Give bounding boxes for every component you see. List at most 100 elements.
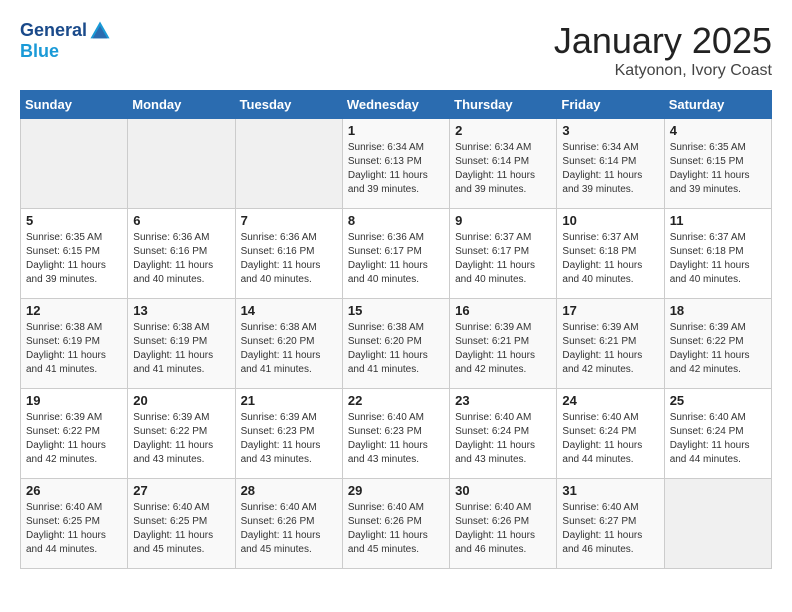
day-cell: 21 Sunrise: 6:39 AMSunset: 6:23 PMDayligh… [235,389,342,479]
day-cell: 31 Sunrise: 6:40 AMSunset: 6:27 PMDayligh… [557,479,664,569]
day-info: Sunrise: 6:36 AMSunset: 6:17 PMDaylight:… [348,231,444,287]
calendar-table: SundayMondayTuesdayWednesdayThursdayFrid… [20,90,772,569]
day-info: Sunrise: 6:40 AMSunset: 6:25 PMDaylight:… [133,501,229,557]
day-cell: 12 Sunrise: 6:38 AMSunset: 6:19 PMDayligh… [21,299,128,389]
day-cell: 13Sunrise: 6:38 AMSunset: 6:19 PMDayligh… [128,299,235,389]
day-cell: 3 Sunrise: 6:34 AMSunset: 6:14 PMDaylight… [557,119,664,209]
day-info: Sunrise: 6:37 AMSunset: 6:18 PMDaylight:… [670,231,766,287]
day-number: 21 [241,393,337,408]
location: Katyonon, Ivory Coast [554,62,772,80]
day-number: 25 [670,393,766,408]
day-number: 3 [562,123,658,138]
day-info: Sunrise: 6:40 AMSunset: 6:27 PMDaylight:… [562,501,658,557]
day-cell: 1Sunrise: 6:34 AMSunset: 6:13 PMDaylight… [342,119,449,209]
day-number: 10 [562,213,658,228]
day-number: 31 [562,483,658,498]
day-number: 6 [133,213,229,228]
week-row-2: 5 Sunrise: 6:35 AMSunset: 6:15 PMDaylight… [21,209,772,299]
day-cell: 16 Sunrise: 6:39 AMSunset: 6:21 PMDayligh… [450,299,557,389]
day-cell [128,119,235,209]
day-of-week-sunday: Sunday [21,91,128,119]
day-info: Sunrise: 6:38 AMSunset: 6:20 PMDaylight:… [348,321,444,377]
day-number: 14 [241,303,337,318]
week-row-4: 19 Sunrise: 6:39 AMSunset: 6:22 PMDayligh… [21,389,772,479]
days-of-week-row: SundayMondayTuesdayWednesdayThursdayFrid… [21,91,772,119]
title-block: January 2025 Katyonon, Ivory Coast [554,20,772,80]
day-info: Sunrise: 6:39 AMSunset: 6:22 PMDaylight:… [26,411,122,467]
day-cell: 6Sunrise: 6:36 AMSunset: 6:16 PMDaylight… [128,209,235,299]
day-cell: 24Sunrise: 6:40 AMSunset: 6:24 PMDayligh… [557,389,664,479]
day-info: Sunrise: 6:37 AMSunset: 6:17 PMDaylight:… [455,231,551,287]
day-cell: 25 Sunrise: 6:40 AMSunset: 6:24 PMDayligh… [664,389,771,479]
day-number: 7 [241,213,337,228]
day-cell: 14 Sunrise: 6:38 AMSunset: 6:20 PMDayligh… [235,299,342,389]
logo-blue: Blue [20,42,111,62]
day-cell: 26 Sunrise: 6:40 AMSunset: 6:25 PMDayligh… [21,479,128,569]
day-info: Sunrise: 6:40 AMSunset: 6:24 PMDaylight:… [670,411,766,467]
day-info: Sunrise: 6:39 AMSunset: 6:22 PMDaylight:… [133,411,229,467]
day-number: 9 [455,213,551,228]
day-number: 5 [26,213,122,228]
day-info: Sunrise: 6:38 AMSunset: 6:19 PMDaylight:… [26,321,122,377]
week-row-1: 1Sunrise: 6:34 AMSunset: 6:13 PMDaylight… [21,119,772,209]
day-cell [664,479,771,569]
day-info: Sunrise: 6:40 AMSunset: 6:26 PMDaylight:… [241,501,337,557]
day-info: Sunrise: 6:39 AMSunset: 6:21 PMDaylight:… [455,321,551,377]
day-number: 11 [670,213,766,228]
day-of-week-wednesday: Wednesday [342,91,449,119]
day-number: 27 [133,483,229,498]
day-number: 30 [455,483,551,498]
month-title: January 2025 [554,20,772,62]
day-number: 18 [670,303,766,318]
day-cell: 18 Sunrise: 6:39 AMSunset: 6:22 PMDayligh… [664,299,771,389]
week-row-5: 26 Sunrise: 6:40 AMSunset: 6:25 PMDayligh… [21,479,772,569]
day-info: Sunrise: 6:39 AMSunset: 6:21 PMDaylight:… [562,321,658,377]
day-number: 19 [26,393,122,408]
day-cell: 15Sunrise: 6:38 AMSunset: 6:20 PMDayligh… [342,299,449,389]
day-info: Sunrise: 6:38 AMSunset: 6:19 PMDaylight:… [133,321,229,377]
day-cell: 22Sunrise: 6:40 AMSunset: 6:23 PMDayligh… [342,389,449,479]
page-header: General Blue January 2025 Katyonon, Ivor… [20,20,772,80]
day-cell: 17 Sunrise: 6:39 AMSunset: 6:21 PMDayligh… [557,299,664,389]
day-number: 28 [241,483,337,498]
day-info: Sunrise: 6:39 AMSunset: 6:23 PMDaylight:… [241,411,337,467]
day-number: 26 [26,483,122,498]
day-cell: 23 Sunrise: 6:40 AMSunset: 6:24 PMDayligh… [450,389,557,479]
day-info: Sunrise: 6:40 AMSunset: 6:24 PMDaylight:… [455,411,551,467]
week-row-3: 12 Sunrise: 6:38 AMSunset: 6:19 PMDayligh… [21,299,772,389]
day-info: Sunrise: 6:35 AMSunset: 6:15 PMDaylight:… [26,231,122,287]
day-number: 22 [348,393,444,408]
logo-text: General [20,20,111,42]
day-cell: 8 Sunrise: 6:36 AMSunset: 6:17 PMDaylight… [342,209,449,299]
day-number: 4 [670,123,766,138]
day-cell: 28 Sunrise: 6:40 AMSunset: 6:26 PMDayligh… [235,479,342,569]
day-cell: 9 Sunrise: 6:37 AMSunset: 6:17 PMDaylight… [450,209,557,299]
day-number: 23 [455,393,551,408]
day-info: Sunrise: 6:39 AMSunset: 6:22 PMDaylight:… [670,321,766,377]
day-cell: 10Sunrise: 6:37 AMSunset: 6:18 PMDayligh… [557,209,664,299]
day-of-week-tuesday: Tuesday [235,91,342,119]
day-cell [235,119,342,209]
day-cell: 2Sunrise: 6:34 AMSunset: 6:14 PMDaylight… [450,119,557,209]
day-of-week-monday: Monday [128,91,235,119]
day-info: Sunrise: 6:36 AMSunset: 6:16 PMDaylight:… [241,231,337,287]
day-number: 8 [348,213,444,228]
day-info: Sunrise: 6:40 AMSunset: 6:26 PMDaylight:… [455,501,551,557]
day-info: Sunrise: 6:38 AMSunset: 6:20 PMDaylight:… [241,321,337,377]
day-number: 29 [348,483,444,498]
day-info: Sunrise: 6:40 AMSunset: 6:26 PMDaylight:… [348,501,444,557]
day-cell: 30 Sunrise: 6:40 AMSunset: 6:26 PMDayligh… [450,479,557,569]
day-info: Sunrise: 6:40 AMSunset: 6:25 PMDaylight:… [26,501,122,557]
day-cell: 5 Sunrise: 6:35 AMSunset: 6:15 PMDaylight… [21,209,128,299]
day-info: Sunrise: 6:34 AMSunset: 6:14 PMDaylight:… [562,141,658,197]
day-info: Sunrise: 6:34 AMSunset: 6:13 PMDaylight:… [348,141,444,197]
day-of-week-thursday: Thursday [450,91,557,119]
day-cell: 19 Sunrise: 6:39 AMSunset: 6:22 PMDayligh… [21,389,128,479]
day-number: 12 [26,303,122,318]
day-cell [21,119,128,209]
day-of-week-saturday: Saturday [664,91,771,119]
day-number: 16 [455,303,551,318]
day-number: 17 [562,303,658,318]
day-info: Sunrise: 6:35 AMSunset: 6:15 PMDaylight:… [670,141,766,197]
day-of-week-friday: Friday [557,91,664,119]
